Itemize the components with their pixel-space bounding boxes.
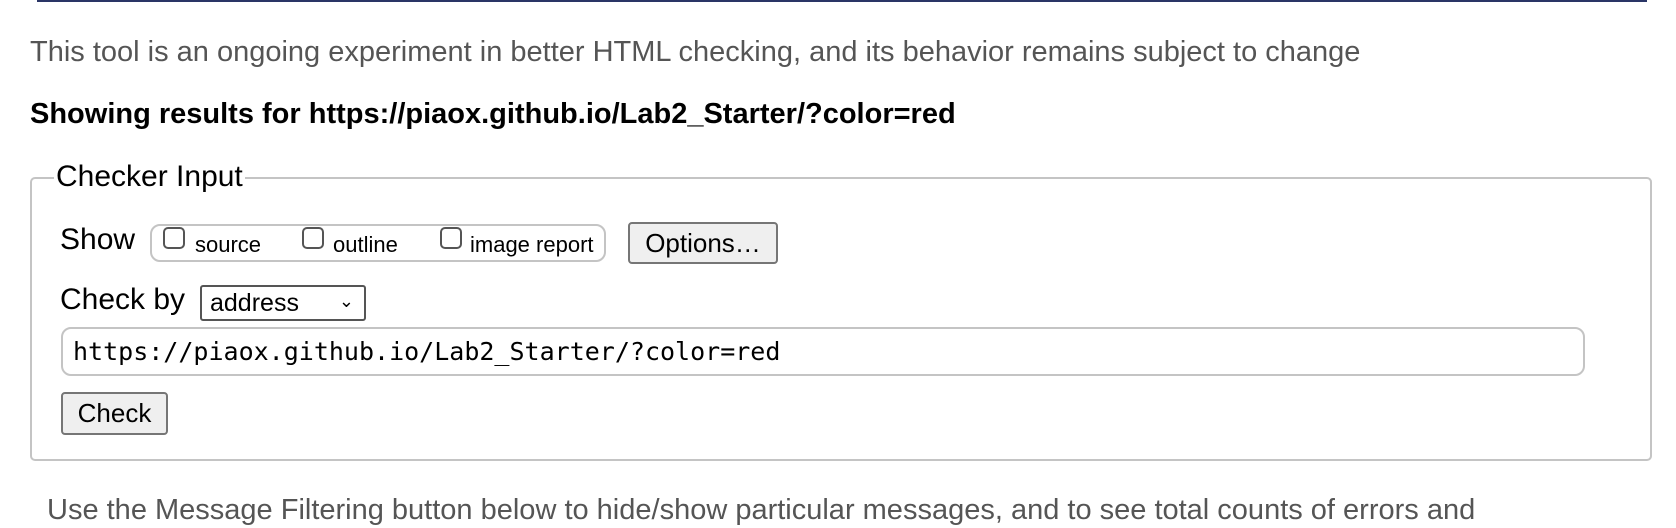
checker-input-legend: Checker Input bbox=[54, 160, 245, 194]
check-by-value: address bbox=[210, 288, 299, 317]
outline-label[interactable]: outline bbox=[333, 232, 398, 258]
image-report-checkbox[interactable] bbox=[440, 227, 462, 249]
intro-text: This tool is an ongoing experiment in be… bbox=[30, 36, 1361, 68]
source-label[interactable]: source bbox=[195, 232, 261, 258]
source-checkbox[interactable] bbox=[163, 227, 185, 249]
options-button[interactable]: Options… bbox=[628, 222, 778, 264]
chevron-down-icon: ⌄ bbox=[338, 291, 354, 311]
url-input[interactable]: https://piaox.github.io/Lab2_Starter/?co… bbox=[61, 327, 1585, 376]
results-heading: Showing results for https://piaox.github… bbox=[30, 98, 956, 130]
check-by-select[interactable]: address ⌄ bbox=[200, 285, 366, 321]
check-button[interactable]: Check bbox=[61, 392, 168, 435]
message-filtering-text: Use the Message Filtering button below t… bbox=[47, 494, 1476, 526]
image-report-label[interactable]: image report bbox=[470, 232, 594, 258]
check-by-label: Check by bbox=[60, 283, 186, 316]
outline-checkbox[interactable] bbox=[302, 227, 324, 249]
show-label: Show bbox=[60, 223, 136, 256]
top-divider bbox=[37, 0, 1647, 2]
